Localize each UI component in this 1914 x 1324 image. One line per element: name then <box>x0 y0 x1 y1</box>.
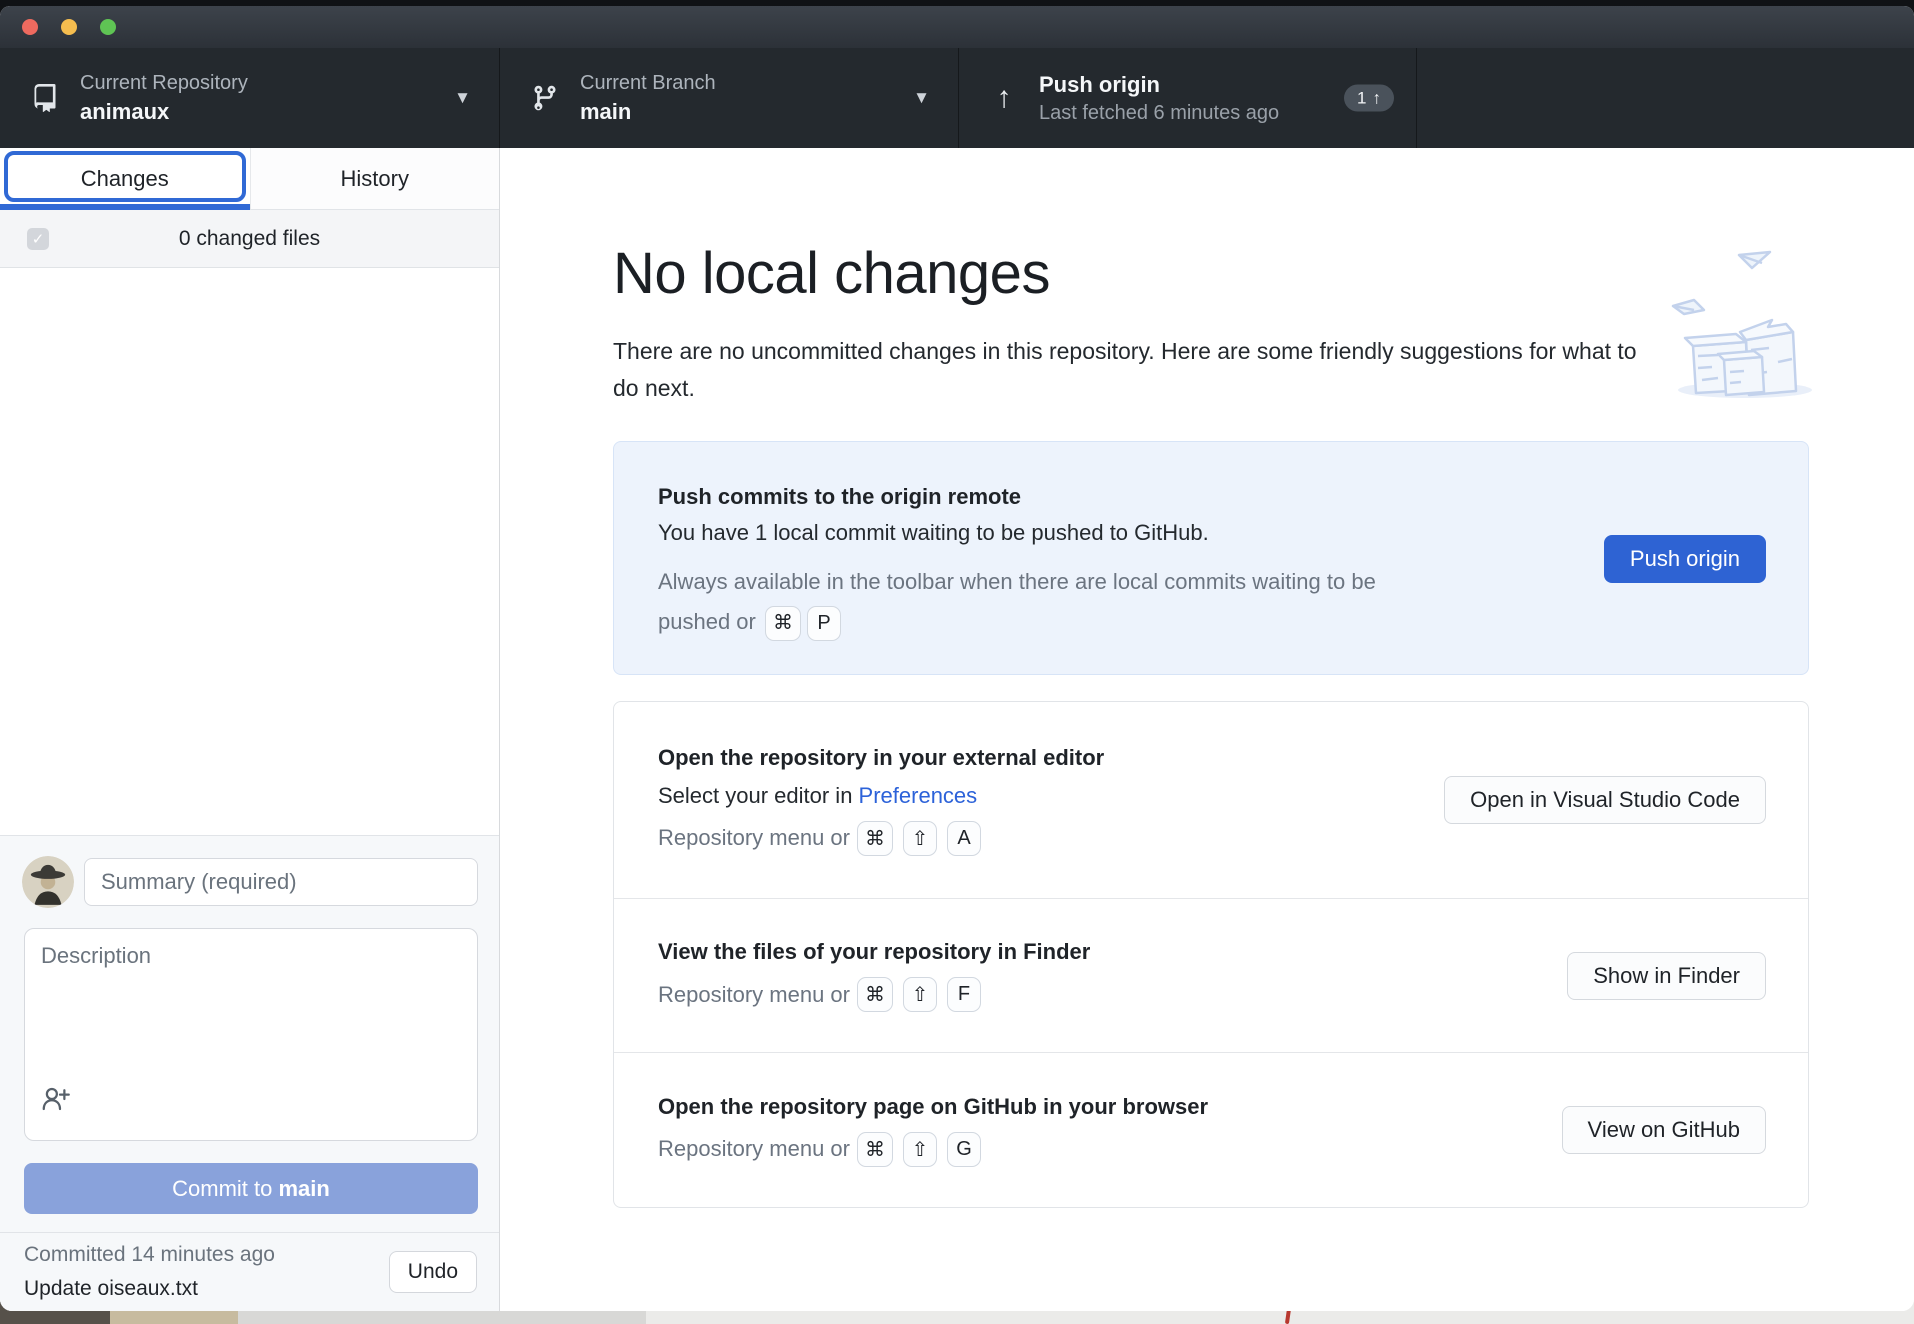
hint-text: Repository menu or <box>658 1136 850 1162</box>
subtitle-text: Select your editor in <box>658 783 859 808</box>
commit-button[interactable]: Commit to main <box>24 1163 478 1214</box>
github-desktop-window: Current Repository animaux ▼ Current Bra… <box>0 6 1914 1311</box>
view-on-github-button[interactable]: View on GitHub <box>1562 1106 1766 1154</box>
git-branch-icon <box>530 84 560 112</box>
current-repository-dropdown[interactable]: Current Repository animaux ▼ <box>0 48 500 148</box>
show-in-finder-button[interactable]: Show in Finder <box>1567 952 1766 1000</box>
toolbar: Current Repository animaux ▼ Current Bra… <box>0 48 1914 148</box>
chevron-down-icon: ▼ <box>454 88 471 108</box>
page-intro: There are no uncommitted changes in this… <box>613 333 1653 407</box>
summary-input[interactable] <box>84 858 478 906</box>
push-origin-button[interactable]: Push origin <box>1604 535 1766 583</box>
add-co-author-icon[interactable] <box>40 1084 70 1119</box>
commit-form: Commit to main <box>0 835 499 1232</box>
a-key: A <box>947 821 981 856</box>
suggestion-hint: Always available in the toolbar when the… <box>658 562 1438 642</box>
last-fetched-text: Last fetched 6 minutes ago <box>1039 102 1279 125</box>
preferences-link[interactable]: Preferences <box>859 783 978 808</box>
suggestions-card: Open the repository in your external edi… <box>613 701 1809 1208</box>
suggestion-title: View the files of your repository in Fin… <box>658 939 1090 965</box>
current-branch-dropdown[interactable]: Current Branch main ▼ <box>500 48 959 148</box>
avatar <box>22 856 74 908</box>
current-branch-label: Current Branch <box>580 72 716 95</box>
ahead-count: 1 <box>1357 88 1366 108</box>
arrow-up-icon: ↑ <box>989 83 1019 113</box>
shift-key: ⇧ <box>903 1132 937 1167</box>
minimize-window-button[interactable] <box>61 19 77 35</box>
github-browser-suggestion: Open the repository page on GitHub in yo… <box>614 1052 1808 1207</box>
suggestion-title: Open the repository in your external edi… <box>658 745 1104 771</box>
commit-button-branch: main <box>279 1176 330 1202</box>
hint-text: Repository menu or <box>658 982 850 1008</box>
tab-changes-label: Changes <box>81 166 169 192</box>
sidebar-tabs: Changes History <box>0 148 499 210</box>
chevron-down-icon: ▼ <box>913 88 930 108</box>
changed-files-header: 0 changed files ✓ <box>0 210 499 268</box>
undo-button[interactable]: Undo <box>389 1251 477 1293</box>
external-editor-suggestion: Open the repository in your external edi… <box>614 702 1808 898</box>
toolbar-spacer <box>1417 48 1914 148</box>
finder-suggestion: View the files of your repository in Fin… <box>614 898 1808 1052</box>
suggestion-title: Push commits to the origin remote <box>658 484 1808 510</box>
suggestion-hint: Repository menu or ⌘ ⇧ G <box>658 1132 1208 1167</box>
ahead-commits-badge: 1 ↑ <box>1344 85 1394 112</box>
hint-text: Repository menu or <box>658 825 850 851</box>
titlebar <box>0 6 1914 48</box>
p-key: P <box>807 606 841 641</box>
f-key: F <box>947 977 981 1012</box>
close-window-button[interactable] <box>22 19 38 35</box>
current-repository-label: Current Repository <box>80 72 248 95</box>
tab-history[interactable]: History <box>250 148 500 209</box>
suggestion-hint: Repository menu or ⌘ ⇧ A <box>658 821 1104 856</box>
empty-state-illustration <box>1660 228 1914 433</box>
repo-icon <box>30 84 60 112</box>
suggestion-title: Open the repository page on GitHub in yo… <box>658 1094 1208 1120</box>
tab-changes[interactable]: Changes <box>0 148 250 209</box>
page-title: No local changes <box>613 240 1050 307</box>
tab-history-label: History <box>341 166 409 192</box>
push-origin-title: Push origin <box>1039 72 1279 98</box>
committed-time-text: Committed 14 minutes ago <box>24 1243 275 1267</box>
push-suggestion-card: Push commits to the origin remote You ha… <box>613 441 1809 675</box>
current-branch-name: main <box>580 99 716 125</box>
cmd-key: ⌘ <box>857 821 893 856</box>
description-input[interactable] <box>24 928 478 1141</box>
cmd-key: ⌘ <box>765 606 801 641</box>
main-content: No local changes There are no uncommitte… <box>500 148 1914 1311</box>
cmd-key: ⌘ <box>857 1132 893 1167</box>
sidebar: Changes History 0 changed files ✓ <box>0 148 500 1311</box>
committed-message-text: Update oiseaux.txt <box>24 1277 198 1301</box>
last-commit-banner: Committed 14 minutes ago Update oiseaux.… <box>0 1232 499 1311</box>
suggestion-hint: Repository menu or ⌘ ⇧ F <box>658 977 1090 1012</box>
shift-key: ⇧ <box>903 977 937 1012</box>
zoom-window-button[interactable] <box>100 19 116 35</box>
current-repository-name: animaux <box>80 99 248 125</box>
open-in-vscode-button[interactable]: Open in Visual Studio Code <box>1444 776 1766 824</box>
suggestion-subtitle: Select your editor in Preferences <box>658 783 1104 809</box>
changed-files-count: 0 changed files <box>0 227 499 251</box>
push-origin-toolbar-button[interactable]: ↑ Push origin Last fetched 6 minutes ago… <box>959 48 1417 148</box>
cmd-key: ⌘ <box>857 977 893 1012</box>
commit-button-prefix: Commit to <box>172 1176 272 1202</box>
g-key: G <box>947 1132 981 1167</box>
shift-key: ⇧ <box>903 821 937 856</box>
arrow-up-icon: ↑ <box>1373 88 1382 108</box>
